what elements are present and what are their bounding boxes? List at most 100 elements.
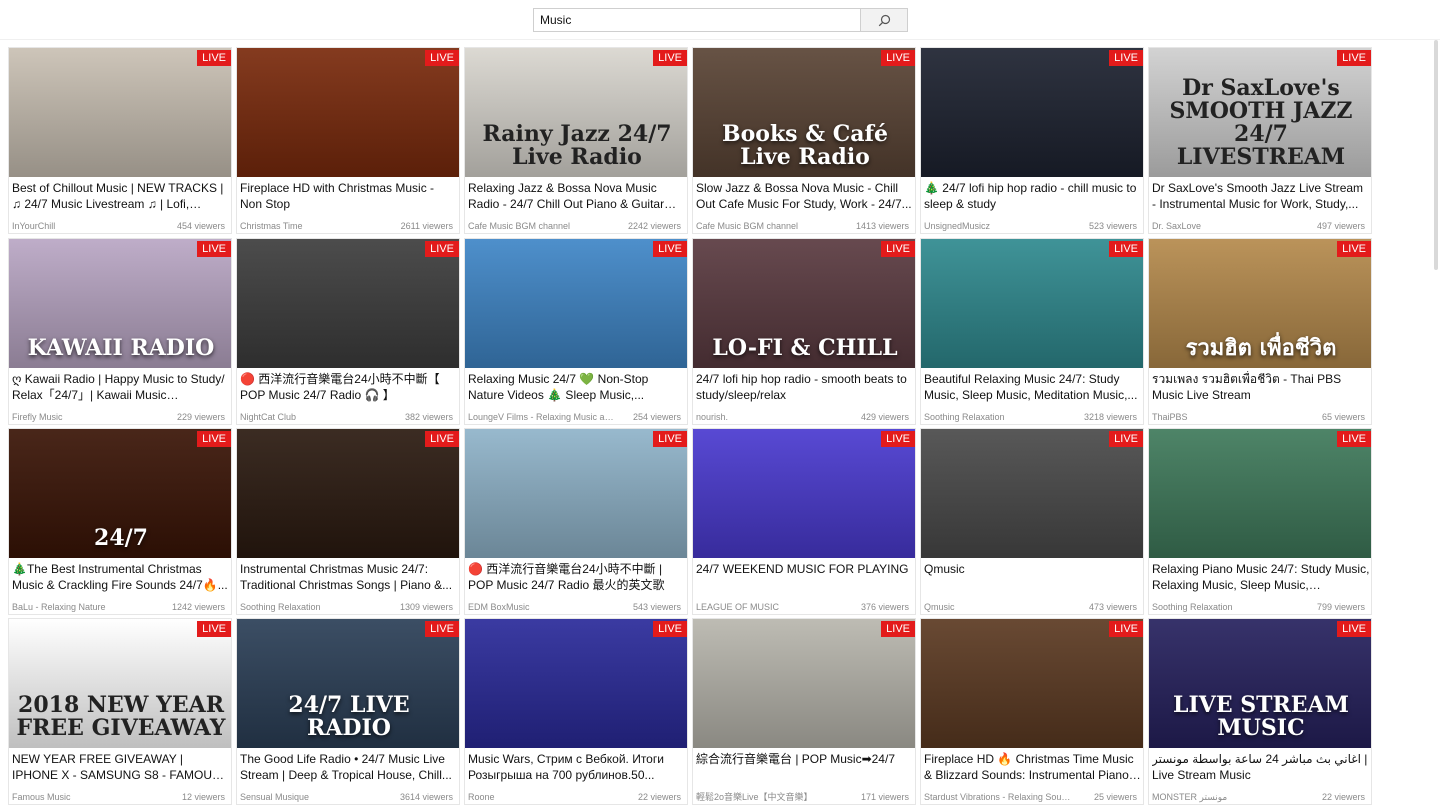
viewer-count: 1309 viewers bbox=[399, 602, 453, 612]
search-input[interactable] bbox=[533, 8, 860, 32]
stream-thumbnail[interactable]: Dr SaxLove's SMOOTH JAZZ 24/7 LIVESTREAM… bbox=[1149, 48, 1371, 177]
stream-card[interactable]: Dr SaxLove's SMOOTH JAZZ 24/7 LIVESTREAM… bbox=[1148, 47, 1372, 234]
stream-title[interactable]: 🔴 西洋流行音樂電台24小時不中斷 | POP Music 24/7 Radio… bbox=[468, 561, 686, 593]
stream-card[interactable]: LIVE Fireplace HD with Christmas Music - … bbox=[236, 47, 460, 234]
stream-title[interactable]: 🔴 西洋流行音樂電台24小時不中斷【 POP Music 24/7 Radio … bbox=[240, 371, 458, 403]
stream-thumbnail[interactable]: LIVE bbox=[921, 48, 1143, 177]
stream-card[interactable]: 24/7 LIVE RADIO LIVE The Good Life Radio •… bbox=[236, 618, 460, 805]
stream-meta: Roone 22 viewers bbox=[468, 791, 681, 803]
stream-title[interactable]: Relaxing Jazz & Bossa Nova Music Radio -… bbox=[468, 180, 686, 212]
stream-thumbnail[interactable]: LIVE bbox=[921, 239, 1143, 368]
stream-card[interactable]: LO-FI & CHILL LIVE 24/7 lofi hip hop radio… bbox=[692, 238, 916, 425]
stream-thumbnail[interactable]: LIVE bbox=[237, 48, 459, 177]
stream-thumbnail[interactable]: Rainy Jazz 24/7 Live Radio LIVE bbox=[465, 48, 687, 177]
thumbnail-caption: 24/7 LIVE RADIO bbox=[288, 691, 410, 741]
stream-title[interactable]: Fireplace HD with Christmas Music - Non … bbox=[240, 180, 458, 212]
stream-card[interactable]: LIVE Relaxing Music 24/7 💚 Non-Stop Natur… bbox=[464, 238, 688, 425]
thumbnail-caption: 2018 NEW YEAR FREE GIVEAWAY bbox=[16, 691, 226, 741]
stream-title[interactable]: 綜合流行音樂電台 | POP Music➡24/7 bbox=[696, 751, 914, 783]
stream-thumbnail[interactable]: LIVE bbox=[465, 429, 687, 558]
stream-title[interactable]: Instrumental Christmas Music 24/7: Tradi… bbox=[240, 561, 458, 593]
channel-name: InYourChill bbox=[12, 221, 56, 231]
stream-thumbnail[interactable]: LIVE bbox=[237, 239, 459, 368]
stream-title[interactable]: Relaxing Music 24/7 💚 Non-Stop Nature Vi… bbox=[468, 371, 686, 403]
stream-thumbnail[interactable]: 2018 NEW YEAR FREE GIVEAWAY LIVE bbox=[9, 619, 231, 748]
viewer-count: 229 viewers bbox=[176, 412, 225, 422]
stream-meta: Soothing Relaxation 799 viewers bbox=[1152, 601, 1365, 613]
thumbnail-caption: รวมฮิต เพื่อชีวิต bbox=[1185, 334, 1337, 361]
channel-name: Christmas Time bbox=[240, 221, 303, 231]
stream-title[interactable]: 24/7 lofi hip hop radio - smooth beats t… bbox=[696, 371, 914, 403]
stream-meta: EDM BoxMusic 543 viewers bbox=[468, 601, 681, 613]
stream-thumbnail[interactable]: 24/7 LIVE bbox=[9, 429, 231, 558]
stream-card[interactable]: KAWAII RADIO LIVE ღ Kawaii Radio | Happy M… bbox=[8, 238, 232, 425]
stream-thumbnail[interactable]: LIVE bbox=[921, 619, 1143, 748]
stream-thumbnail[interactable]: LIVE bbox=[693, 619, 915, 748]
stream-card[interactable]: LIVE 綜合流行音樂電台 | POP Music➡24/7 輕鬆2o音樂Live【… bbox=[692, 618, 916, 805]
stream-card[interactable]: LIVE 🔴 西洋流行音樂電台24小時不中斷【 POP Music 24/7 Ra… bbox=[236, 238, 460, 425]
stream-thumbnail[interactable]: LIVE bbox=[465, 239, 687, 368]
top-bar bbox=[0, 0, 1440, 40]
stream-card[interactable]: 24/7 LIVE 🎄The Best Instrumental Christmas… bbox=[8, 428, 232, 615]
stream-card[interactable]: รวมฮิต เพื่อชีวิต LIVE รวมเพลง รวมฮิตเพื่อ… bbox=[1148, 238, 1372, 425]
stream-title[interactable]: 🎄The Best Instrumental Christmas Music &… bbox=[12, 561, 230, 593]
stream-thumbnail[interactable]: Books & Café Live Radio LIVE bbox=[693, 48, 915, 177]
stream-meta: 輕鬆2o音樂Live【中文音樂】 171 viewers bbox=[696, 791, 909, 803]
stream-card[interactable]: LIVE Best of Chillout Music | NEW TRACKS … bbox=[8, 47, 232, 234]
stream-card[interactable]: LIVE Qmusic Qmusic 473 viewers bbox=[920, 428, 1144, 615]
stream-meta: Cafe Music BGM channel 2242 viewers bbox=[468, 220, 681, 232]
stream-meta: LoungeV Films - Relaxing Music and N... 2… bbox=[468, 411, 681, 423]
stream-title[interactable]: Slow Jazz & Bossa Nova Music - Chill Out… bbox=[696, 180, 914, 212]
stream-thumbnail[interactable]: KAWAII RADIO LIVE bbox=[9, 239, 231, 368]
stream-thumbnail[interactable]: LIVE bbox=[1149, 429, 1371, 558]
search-button[interactable] bbox=[860, 8, 908, 32]
stream-thumbnail[interactable]: LIVE bbox=[921, 429, 1143, 558]
stream-title[interactable]: Music Wars, Стрим с Вебкой. Итоги Розыгр… bbox=[468, 751, 686, 783]
stream-card[interactable]: LIVE Relaxing Piano Music 24/7: Study Mus… bbox=[1148, 428, 1372, 615]
stream-thumbnail[interactable]: รวมฮิต เพื่อชีวิต LIVE bbox=[1149, 239, 1371, 368]
stream-title[interactable]: Relaxing Piano Music 24/7: Study Music, … bbox=[1152, 561, 1370, 593]
stream-thumbnail[interactable]: 24/7 LIVE RADIO LIVE bbox=[237, 619, 459, 748]
stream-title[interactable]: Best of Chillout Music | NEW TRACKS | ♫ … bbox=[12, 180, 230, 212]
stream-card[interactable]: LIVE Instrumental Christmas Music 24/7: T… bbox=[236, 428, 460, 615]
stream-title[interactable]: The Good Life Radio • 24/7 Music Live St… bbox=[240, 751, 458, 783]
stream-meta: Sensual Musique 3614 viewers bbox=[240, 791, 453, 803]
stream-thumbnail[interactable]: LO-FI & CHILL LIVE bbox=[693, 239, 915, 368]
stream-title[interactable]: Dr SaxLove's Smooth Jazz Live Stream - I… bbox=[1152, 180, 1370, 212]
stream-card[interactable]: LIVE Beautiful Relaxing Music 24/7: Study… bbox=[920, 238, 1144, 425]
stream-title[interactable]: ღ Kawaii Radio | Happy Music to Study/ R… bbox=[12, 371, 230, 403]
stream-thumbnail[interactable]: LIVE bbox=[9, 48, 231, 177]
viewer-count: 543 viewers bbox=[632, 602, 681, 612]
stream-card[interactable]: LIVE 24/7 WEEKEND MUSIC FOR PLAYING LEAGUE… bbox=[692, 428, 916, 615]
stream-thumbnail[interactable]: LIVE bbox=[237, 429, 459, 558]
viewer-count: 1242 viewers bbox=[171, 602, 225, 612]
stream-card[interactable]: LIVE 🎄 24/7 lofi hip hop radio - chill mu… bbox=[920, 47, 1144, 234]
stream-title[interactable]: Beautiful Relaxing Music 24/7: Study Mus… bbox=[924, 371, 1142, 403]
stream-card[interactable]: 2018 NEW YEAR FREE GIVEAWAY LIVE NEW YEAR … bbox=[8, 618, 232, 805]
stream-title[interactable]: Fireplace HD 🔥 Christmas Time Music & Bl… bbox=[924, 751, 1142, 783]
search-bar bbox=[533, 8, 908, 32]
stream-title[interactable]: Qmusic bbox=[924, 561, 1142, 593]
stream-card[interactable]: Books & Café Live Radio LIVE Slow Jazz & B… bbox=[692, 47, 916, 234]
stream-card[interactable]: LIVE 🔴 西洋流行音樂電台24小時不中斷 | POP Music 24/7 R… bbox=[464, 428, 688, 615]
viewer-count: 22 viewers bbox=[1321, 792, 1365, 802]
stream-card[interactable]: LIVE Music Wars, Стрим с Вебкой. Итоги Ро… bbox=[464, 618, 688, 805]
viewer-count: 497 viewers bbox=[1316, 221, 1365, 231]
stream-title[interactable]: اغاني بث مباشر 24 ساعة بواسطة مونستر | L… bbox=[1152, 751, 1370, 783]
stream-title[interactable]: 🎄 24/7 lofi hip hop radio - chill music … bbox=[924, 180, 1142, 212]
stream-meta: LEAGUE OF MUSIC 376 viewers bbox=[696, 601, 909, 613]
stream-card[interactable]: LIVE Fireplace HD 🔥 Christmas Time Music … bbox=[920, 618, 1144, 805]
stream-card[interactable]: Rainy Jazz 24/7 Live Radio LIVE Relaxing J… bbox=[464, 47, 688, 234]
channel-name: UnsignedMusicz bbox=[924, 221, 991, 231]
stream-card[interactable]: LIVE STREAM MUSIC LIVE اغاني بث مباشر 24 س… bbox=[1148, 618, 1372, 805]
stream-title[interactable]: รวมเพลง รวมฮิตเพื่อชีวิต - Thai PBS Musi… bbox=[1152, 371, 1370, 403]
viewer-count: 382 viewers bbox=[404, 412, 453, 422]
stream-thumbnail[interactable]: LIVE bbox=[693, 429, 915, 558]
stream-title[interactable]: 24/7 WEEKEND MUSIC FOR PLAYING bbox=[696, 561, 914, 593]
live-badge: LIVE bbox=[653, 241, 687, 257]
scrollbar[interactable] bbox=[1434, 40, 1438, 270]
stream-thumbnail[interactable]: LIVE STREAM MUSIC LIVE bbox=[1149, 619, 1371, 748]
stream-thumbnail[interactable]: LIVE bbox=[465, 619, 687, 748]
stream-meta: BaLu - Relaxing Nature 1242 viewers bbox=[12, 601, 225, 613]
stream-title[interactable]: NEW YEAR FREE GIVEAWAY | IPHONE X - SAMS… bbox=[12, 751, 230, 783]
